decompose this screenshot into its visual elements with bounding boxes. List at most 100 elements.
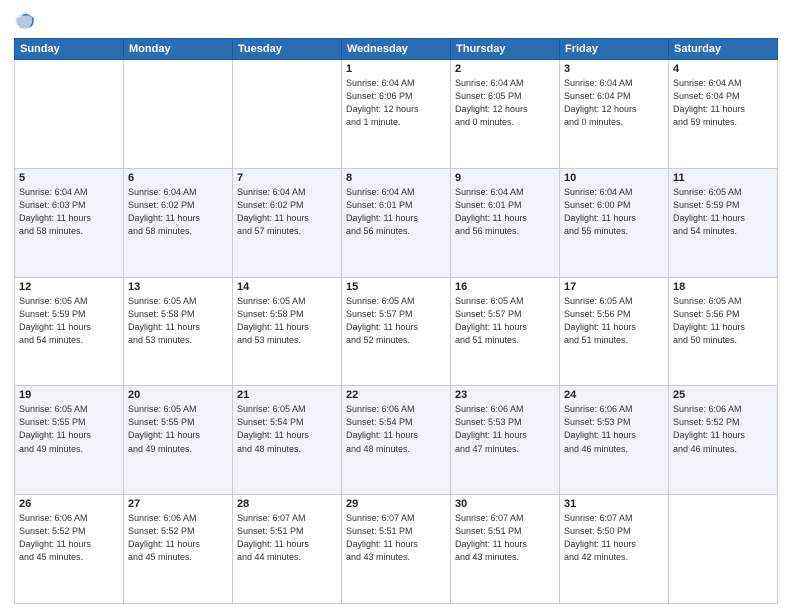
calendar-cell: 17 Sunrise: 6:05 AM Sunset: 5:56 PM Dayli… bbox=[560, 277, 669, 386]
calendar-cell bbox=[669, 495, 778, 604]
weekday-header-tuesday: Tuesday bbox=[233, 39, 342, 60]
logo-icon bbox=[14, 10, 36, 32]
day-number: 19 bbox=[19, 389, 119, 401]
calendar-cell: 18 Sunrise: 6:05 AM Sunset: 5:56 PM Dayli… bbox=[669, 277, 778, 386]
calendar-cell: 12Sunrise: 6:05 AM Sunset: 5:59 PM Dayli… bbox=[15, 277, 124, 386]
calendar-cell: 4 Sunrise: 6:04 AM Sunset: 6:04 PM Daylig… bbox=[669, 60, 778, 169]
day-info: Sunrise: 6:05 AM Sunset: 5:58 PM Dayligh… bbox=[237, 295, 337, 347]
calendar-cell: 14 Sunrise: 6:05 AM Sunset: 5:58 PM Dayli… bbox=[233, 277, 342, 386]
calendar-cell: 28 Sunrise: 6:07 AM Sunset: 5:51 PM Dayli… bbox=[233, 495, 342, 604]
calendar-table: SundayMondayTuesdayWednesdayThursdayFrid… bbox=[14, 38, 778, 604]
day-info: Sunrise: 6:05 AM Sunset: 5:59 PM Dayligh… bbox=[673, 186, 773, 238]
day-number: 12 bbox=[19, 281, 119, 293]
calendar-cell: 27 Sunrise: 6:06 AM Sunset: 5:52 PM Dayli… bbox=[124, 495, 233, 604]
day-info: Sunrise: 6:04 AM Sunset: 6:06 PM Dayligh… bbox=[346, 77, 446, 129]
calendar-cell bbox=[233, 60, 342, 169]
day-number: 6 bbox=[128, 172, 228, 184]
day-info: Sunrise: 6:05 AM Sunset: 5:57 PM Dayligh… bbox=[346, 295, 446, 347]
day-info: Sunrise: 6:05 AM Sunset: 5:56 PM Dayligh… bbox=[673, 295, 773, 347]
day-number: 15 bbox=[346, 281, 446, 293]
calendar-cell: 19 Sunrise: 6:05 AM Sunset: 5:55 PM Dayli… bbox=[15, 386, 124, 495]
day-number: 25 bbox=[673, 389, 773, 401]
calendar-cell: 21 Sunrise: 6:05 AM Sunset: 5:54 PM Dayli… bbox=[233, 386, 342, 495]
day-number: 29 bbox=[346, 498, 446, 510]
day-number: 11 bbox=[673, 172, 773, 184]
day-number: 2 bbox=[455, 63, 555, 75]
weekday-header-thursday: Thursday bbox=[451, 39, 560, 60]
day-number: 23 bbox=[455, 389, 555, 401]
day-number: 24 bbox=[564, 389, 664, 401]
calendar-cell: 8 Sunrise: 6:04 AM Sunset: 6:01 PM Daylig… bbox=[342, 168, 451, 277]
day-number: 21 bbox=[237, 389, 337, 401]
day-info: Sunrise: 6:06 AM Sunset: 5:52 PM Dayligh… bbox=[19, 512, 119, 564]
calendar-cell: 15 Sunrise: 6:05 AM Sunset: 5:57 PM Dayli… bbox=[342, 277, 451, 386]
day-info: Sunrise: 6:06 AM Sunset: 5:53 PM Dayligh… bbox=[564, 403, 664, 455]
day-number: 3 bbox=[564, 63, 664, 75]
calendar-cell bbox=[15, 60, 124, 169]
calendar-cell: 11 Sunrise: 6:05 AM Sunset: 5:59 PM Dayli… bbox=[669, 168, 778, 277]
calendar-week-row: 5 Sunrise: 6:04 AM Sunset: 6:03 PM Daylig… bbox=[15, 168, 778, 277]
day-info: Sunrise: 6:04 AM Sunset: 6:04 PM Dayligh… bbox=[673, 77, 773, 129]
day-info: Sunrise: 6:04 AM Sunset: 6:03 PM Dayligh… bbox=[19, 186, 119, 238]
calendar-cell: 6 Sunrise: 6:04 AM Sunset: 6:02 PM Daylig… bbox=[124, 168, 233, 277]
day-info: Sunrise: 6:06 AM Sunset: 5:52 PM Dayligh… bbox=[673, 403, 773, 455]
day-number: 8 bbox=[346, 172, 446, 184]
calendar-week-row: 1 Sunrise: 6:04 AM Sunset: 6:06 PM Daylig… bbox=[15, 60, 778, 169]
day-number: 30 bbox=[455, 498, 555, 510]
day-number: 16 bbox=[455, 281, 555, 293]
calendar-cell bbox=[124, 60, 233, 169]
day-info: Sunrise: 6:04 AM Sunset: 6:04 PM Dayligh… bbox=[564, 77, 664, 129]
calendar-cell: 2Sunrise: 6:04 AM Sunset: 6:05 PM Daylig… bbox=[451, 60, 560, 169]
day-info: Sunrise: 6:05 AM Sunset: 5:54 PM Dayligh… bbox=[237, 403, 337, 455]
day-number: 4 bbox=[673, 63, 773, 75]
day-info: Sunrise: 6:07 AM Sunset: 5:51 PM Dayligh… bbox=[346, 512, 446, 564]
weekday-header-friday: Friday bbox=[560, 39, 669, 60]
day-number: 7 bbox=[237, 172, 337, 184]
calendar-cell: 22Sunrise: 6:06 AM Sunset: 5:54 PM Dayli… bbox=[342, 386, 451, 495]
day-info: Sunrise: 6:04 AM Sunset: 6:01 PM Dayligh… bbox=[346, 186, 446, 238]
calendar-week-row: 26 Sunrise: 6:06 AM Sunset: 5:52 PM Dayli… bbox=[15, 495, 778, 604]
day-info: Sunrise: 6:05 AM Sunset: 5:55 PM Dayligh… bbox=[19, 403, 119, 455]
calendar-cell: 7 Sunrise: 6:04 AM Sunset: 6:02 PM Daylig… bbox=[233, 168, 342, 277]
day-number: 14 bbox=[237, 281, 337, 293]
day-info: Sunrise: 6:05 AM Sunset: 5:57 PM Dayligh… bbox=[455, 295, 555, 347]
calendar-week-row: 19 Sunrise: 6:05 AM Sunset: 5:55 PM Dayli… bbox=[15, 386, 778, 495]
day-number: 9 bbox=[455, 172, 555, 184]
calendar-cell: 23Sunrise: 6:06 AM Sunset: 5:53 PM Dayli… bbox=[451, 386, 560, 495]
day-info: Sunrise: 6:07 AM Sunset: 5:50 PM Dayligh… bbox=[564, 512, 664, 564]
calendar-cell: 16 Sunrise: 6:05 AM Sunset: 5:57 PM Dayli… bbox=[451, 277, 560, 386]
day-info: Sunrise: 6:04 AM Sunset: 6:02 PM Dayligh… bbox=[128, 186, 228, 238]
day-number: 10 bbox=[564, 172, 664, 184]
calendar-cell: 30Sunrise: 6:07 AM Sunset: 5:51 PM Dayli… bbox=[451, 495, 560, 604]
calendar-cell: 5 Sunrise: 6:04 AM Sunset: 6:03 PM Daylig… bbox=[15, 168, 124, 277]
weekday-header-monday: Monday bbox=[124, 39, 233, 60]
day-number: 31 bbox=[564, 498, 664, 510]
day-info: Sunrise: 6:06 AM Sunset: 5:52 PM Dayligh… bbox=[128, 512, 228, 564]
day-info: Sunrise: 6:04 AM Sunset: 6:02 PM Dayligh… bbox=[237, 186, 337, 238]
day-number: 1 bbox=[346, 63, 446, 75]
day-info: Sunrise: 6:05 AM Sunset: 5:58 PM Dayligh… bbox=[128, 295, 228, 347]
logo bbox=[14, 10, 40, 32]
day-info: Sunrise: 6:05 AM Sunset: 5:56 PM Dayligh… bbox=[564, 295, 664, 347]
day-info: Sunrise: 6:07 AM Sunset: 5:51 PM Dayligh… bbox=[237, 512, 337, 564]
calendar-cell: 29 Sunrise: 6:07 AM Sunset: 5:51 PM Dayli… bbox=[342, 495, 451, 604]
calendar-cell: 26 Sunrise: 6:06 AM Sunset: 5:52 PM Dayli… bbox=[15, 495, 124, 604]
calendar-week-row: 12Sunrise: 6:05 AM Sunset: 5:59 PM Dayli… bbox=[15, 277, 778, 386]
day-number: 17 bbox=[564, 281, 664, 293]
calendar-cell: 31 Sunrise: 6:07 AM Sunset: 5:50 PM Dayli… bbox=[560, 495, 669, 604]
day-number: 26 bbox=[19, 498, 119, 510]
day-number: 13 bbox=[128, 281, 228, 293]
header bbox=[14, 10, 778, 32]
day-number: 18 bbox=[673, 281, 773, 293]
calendar-cell: 1 Sunrise: 6:04 AM Sunset: 6:06 PM Daylig… bbox=[342, 60, 451, 169]
day-number: 27 bbox=[128, 498, 228, 510]
day-number: 5 bbox=[19, 172, 119, 184]
day-info: Sunrise: 6:04 AM Sunset: 6:01 PM Dayligh… bbox=[455, 186, 555, 238]
day-number: 28 bbox=[237, 498, 337, 510]
day-number: 20 bbox=[128, 389, 228, 401]
page: SundayMondayTuesdayWednesdayThursdayFrid… bbox=[0, 0, 792, 612]
weekday-header-sunday: Sunday bbox=[15, 39, 124, 60]
day-info: Sunrise: 6:04 AM Sunset: 6:00 PM Dayligh… bbox=[564, 186, 664, 238]
day-info: Sunrise: 6:05 AM Sunset: 5:55 PM Dayligh… bbox=[128, 403, 228, 455]
calendar-cell: 20 Sunrise: 6:05 AM Sunset: 5:55 PM Dayli… bbox=[124, 386, 233, 495]
